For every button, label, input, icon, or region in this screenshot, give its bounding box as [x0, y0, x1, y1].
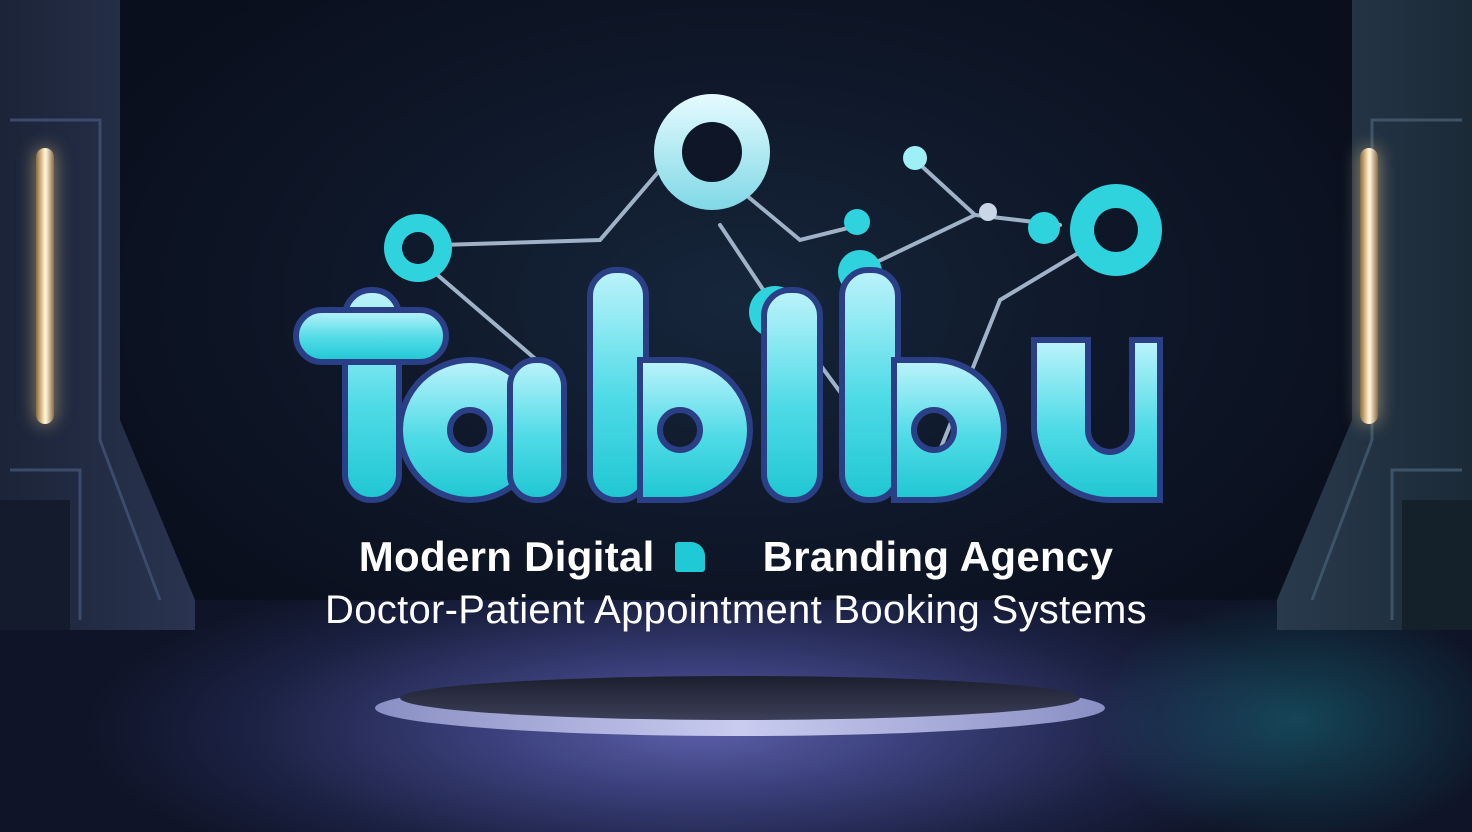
tagline-line-1: Modern Digital Branding Agency [0, 530, 1472, 581]
accent-square-icon [674, 541, 705, 572]
display-pedestal [370, 668, 1110, 738]
tagline-left: Modern Digital [358, 532, 655, 580]
wordmark-letters [293, 267, 1163, 504]
tagline-line-2: Doctor-Patient Appointment Booking Syste… [325, 588, 1147, 632]
hero-scene: Modern Digital Branding Agency Doctor-Pa… [0, 0, 1472, 832]
tabibu-logo [293, 94, 1163, 504]
tagline-right: Branding Agency [762, 532, 1114, 580]
